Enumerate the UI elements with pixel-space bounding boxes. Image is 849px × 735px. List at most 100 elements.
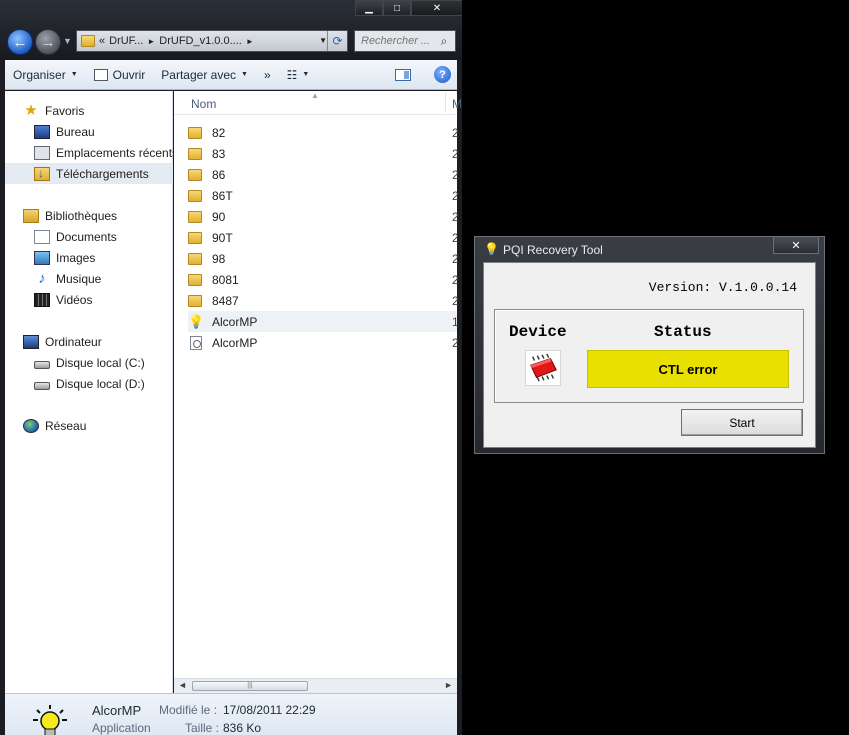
scroll-left-icon[interactable]: ◄ bbox=[178, 680, 187, 690]
details-size-value: 836 Ko bbox=[223, 721, 262, 735]
list-item[interactable]: 86T 2 bbox=[188, 185, 459, 206]
breadcrumb-chevron-icon[interactable]: ► bbox=[246, 37, 254, 46]
start-button[interactable]: Start bbox=[681, 409, 803, 436]
address-overflow[interactable]: « bbox=[99, 35, 105, 47]
list-item[interactable]: 98 2 bbox=[188, 248, 459, 269]
pqi-close-button[interactable]: ✕ bbox=[773, 237, 819, 254]
help-icon: ? bbox=[439, 68, 446, 81]
document-icon bbox=[34, 229, 50, 244]
recent-places-icon bbox=[34, 145, 50, 160]
refresh-button[interactable]: ⟳ bbox=[327, 31, 347, 51]
view-options-button[interactable]: ☷ ▼ bbox=[279, 60, 318, 89]
list-item[interactable]: 90T 2 bbox=[188, 227, 459, 248]
help-button[interactable]: ? bbox=[434, 66, 451, 83]
horizontal-scrollbar[interactable]: ◄ ||| ► bbox=[174, 678, 457, 693]
folder-icon bbox=[188, 231, 202, 244]
history-dropdown-icon[interactable]: ▼ bbox=[63, 36, 72, 46]
explorer-window: ▁ □ ✕ ← → ▼ « DrUF... ► DrUFD_v1.0.0....… bbox=[0, 0, 462, 735]
list-item[interactable]: 8081 2 bbox=[188, 269, 459, 290]
column-header-row: Nom ▲ M bbox=[174, 91, 462, 115]
breadcrumb-segment-1[interactable]: DrUF... bbox=[109, 35, 143, 47]
nav-label: Musique bbox=[56, 271, 102, 286]
maximize-button[interactable]: □ bbox=[383, 0, 411, 16]
list-item[interactable]: 8487 2 bbox=[188, 290, 459, 311]
scrollbar-thumb[interactable]: ||| bbox=[192, 681, 308, 691]
file-name: 82 bbox=[212, 125, 226, 140]
column-header-modified[interactable]: M bbox=[452, 97, 462, 111]
refresh-icon: ⟳ bbox=[332, 34, 343, 48]
nav-label: Bibliothèques bbox=[45, 208, 118, 223]
image-icon bbox=[34, 250, 50, 265]
column-header-name[interactable]: Nom bbox=[191, 97, 216, 111]
breadcrumb-segment-2[interactable]: DrUFD_v1.0.0.... bbox=[159, 35, 242, 47]
list-item-selected[interactable]: 💡 AlcorMP 1 bbox=[188, 311, 459, 332]
file-name: 83 bbox=[212, 146, 226, 161]
command-bar: Organiser ▼ Ouvrir Partager avec ▼ » ☷ ▼… bbox=[5, 60, 457, 90]
search-icon[interactable]: ⌕ bbox=[435, 34, 453, 49]
settings-file-icon bbox=[190, 335, 202, 350]
folder-icon bbox=[188, 126, 202, 139]
search-input[interactable] bbox=[355, 35, 435, 47]
folder-icon bbox=[81, 35, 95, 47]
nav-label: Vidéos bbox=[56, 292, 93, 307]
folder-icon bbox=[188, 294, 202, 307]
file-date-truncated: 2 bbox=[452, 146, 459, 161]
pqi-window-title: PQI Recovery Tool bbox=[503, 243, 603, 257]
list-item[interactable]: 82 2 bbox=[188, 122, 459, 143]
list-item[interactable]: 83 2 bbox=[188, 143, 459, 164]
breadcrumb-chevron-icon[interactable]: ► bbox=[147, 37, 155, 46]
network-icon bbox=[23, 418, 39, 433]
details-modified-label: Modifié le : bbox=[159, 703, 218, 717]
file-date-truncated: 2 bbox=[452, 125, 459, 140]
address-bar[interactable]: « DrUF... ► DrUFD_v1.0.0.... ► ▼ ⟳ bbox=[76, 30, 348, 52]
file-date-truncated: 2 bbox=[452, 335, 459, 350]
libraries-icon bbox=[23, 208, 39, 223]
back-button[interactable]: ← bbox=[7, 29, 33, 55]
nav-downloads[interactable]: Téléchargements bbox=[5, 163, 173, 184]
nav-label: Favoris bbox=[45, 103, 85, 118]
preview-pane-button[interactable] bbox=[395, 69, 411, 81]
organize-button[interactable]: Organiser ▼ bbox=[5, 60, 86, 89]
folder-icon bbox=[188, 252, 202, 265]
file-name: 98 bbox=[212, 251, 226, 266]
details-file-type: Application bbox=[92, 721, 151, 735]
nav-computer[interactable]: Ordinateur bbox=[23, 331, 191, 352]
close-button[interactable]: ✕ bbox=[411, 0, 462, 16]
scroll-right-icon[interactable]: ► bbox=[444, 680, 453, 690]
minimize-button[interactable]: ▁ bbox=[355, 0, 383, 16]
file-date-truncated: 2 bbox=[452, 251, 459, 266]
nav-label: Emplacements récents bbox=[56, 145, 179, 160]
nav-network[interactable]: Réseau bbox=[23, 415, 191, 436]
file-date-truncated: 2 bbox=[452, 209, 459, 224]
share-label: Partager avec bbox=[161, 67, 237, 82]
application-icon bbox=[93, 68, 108, 81]
list-item[interactable]: 90 2 bbox=[188, 206, 459, 227]
more-commands-label: » bbox=[263, 67, 271, 82]
window-caption-buttons: ▁ □ ✕ bbox=[355, 0, 462, 16]
drive-icon bbox=[34, 381, 50, 390]
minimize-icon: ▁ bbox=[365, 2, 373, 14]
device-column-header: Device bbox=[509, 323, 567, 341]
pqi-titlebar[interactable]: 💡 PQI Recovery Tool ✕ bbox=[475, 237, 824, 261]
share-button[interactable]: Partager avec ▼ bbox=[153, 60, 256, 89]
list-item[interactable]: 86 2 bbox=[188, 164, 459, 185]
chevron-down-icon: ▼ bbox=[70, 71, 78, 78]
file-date-truncated: 2 bbox=[452, 272, 459, 287]
open-button[interactable]: Ouvrir bbox=[86, 60, 154, 89]
folder-icon bbox=[188, 273, 202, 286]
more-commands-button[interactable]: » bbox=[256, 60, 279, 89]
organize-label: Organiser bbox=[13, 67, 66, 82]
file-list: Nom ▲ M 82 2 83 2 86 2 86T 2 90 2 90T 2 … bbox=[174, 91, 462, 678]
file-date-truncated: 1 bbox=[452, 314, 459, 329]
forward-button[interactable]: → bbox=[35, 29, 61, 55]
close-icon: ✕ bbox=[432, 2, 442, 14]
nav-label: Images bbox=[56, 250, 96, 265]
open-label: Ouvrir bbox=[112, 67, 146, 82]
downloads-icon bbox=[34, 166, 50, 181]
list-item[interactable]: AlcorMP 2 bbox=[188, 332, 459, 353]
nav-libraries[interactable]: Bibliothèques bbox=[23, 205, 191, 226]
column-divider[interactable] bbox=[445, 93, 446, 113]
address-dropdown-icon[interactable]: ▼ bbox=[319, 36, 327, 45]
nav-favorites[interactable]: ★ Favoris bbox=[23, 100, 191, 121]
maximize-icon: □ bbox=[393, 2, 401, 14]
